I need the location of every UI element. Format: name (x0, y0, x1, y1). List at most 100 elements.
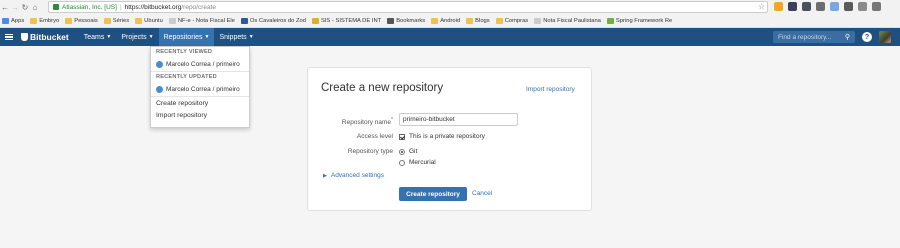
bookmark-label: Apps (11, 17, 25, 24)
folder-icon (103, 17, 111, 24)
caret-down-icon: ▼ (106, 34, 112, 40)
repo-avatar-icon (156, 85, 163, 93)
star-icon (387, 17, 395, 24)
bookmark-star-icon[interactable]: ☆ (758, 2, 765, 11)
repository-name-label: Repository name* (341, 117, 393, 127)
recently-viewed-heading: RECENTLY VIEWED (156, 49, 213, 55)
bookmark-item[interactable]: Pessoais (65, 17, 98, 24)
repository-name-input[interactable]: primeiro-bitbucket (399, 113, 518, 126)
extension-icon[interactable] (774, 2, 783, 11)
extension-icon[interactable] (830, 2, 839, 11)
private-repository-checkbox[interactable] (399, 134, 405, 140)
bookmark-item[interactable]: Android (431, 17, 461, 24)
bitbucket-header: Bitbucket Teams ▼ Projects ▼ Repositories ▼… (0, 28, 900, 46)
menu-icon[interactable] (872, 2, 881, 11)
bookmark-item[interactable]: Apps (2, 17, 25, 24)
create-repository-link[interactable]: Create repository (151, 97, 249, 109)
bookmark-label: Nota Fiscal Paulistana (543, 17, 601, 24)
avatar[interactable] (879, 31, 891, 43)
forward-arrow-icon[interactable]: → (10, 1, 20, 13)
folder-icon (65, 17, 73, 24)
git-option-label: Git (409, 148, 418, 155)
reload-icon[interactable]: ↻ (20, 1, 30, 13)
nav-snippets[interactable]: Snippets ▼ (214, 28, 258, 46)
repository-search-input[interactable]: Find a repository... ⚲ (773, 31, 855, 43)
caret-down-icon: ▼ (204, 34, 210, 40)
import-repository-link[interactable]: Import repository (151, 109, 249, 121)
bookmark-label: Ubuntu (144, 17, 163, 24)
bookmark-label: Bookmarks (396, 17, 426, 24)
bookmark-label: Os Cavaleiros do Zod (249, 17, 306, 24)
bitbucket-logo[interactable]: Bitbucket (21, 32, 69, 42)
extension-icons (774, 2, 881, 11)
hamburger-menu-icon[interactable] (5, 33, 13, 41)
folder-icon (495, 17, 503, 24)
lock-icon (53, 4, 59, 10)
bookmark-item[interactable]: Compras (495, 17, 529, 24)
bookmark-item[interactable]: Bookmarks (387, 17, 426, 24)
bookmark-item[interactable]: Embryo (30, 17, 60, 24)
private-repository-label: This is a private repository (409, 133, 485, 140)
bookmark-label: Embryo (39, 17, 60, 24)
page-icon (168, 17, 176, 24)
folder-icon (30, 17, 38, 24)
bookmarks-bar: Apps Embryo Pessoais Séries Ubuntu NF-e - Not… (0, 14, 900, 28)
bookmark-item[interactable]: Nota Fiscal Paulistana (534, 17, 601, 24)
nav-teams[interactable]: Teams ▼ (79, 28, 117, 46)
extension-icon[interactable] (816, 2, 825, 11)
caret-down-icon: ▼ (248, 34, 254, 40)
caret-right-icon: ▶ (323, 173, 327, 179)
access-level-label: Access level (356, 133, 393, 140)
brand-name: Bitbucket (30, 32, 69, 42)
bookmark-label: Spring Framework Re (615, 17, 673, 24)
bookmark-item[interactable]: Blogs (466, 17, 490, 24)
recent-updated-repo[interactable]: Marcelo Correa / primeiro (151, 82, 249, 96)
top-nav: Teams ▼ Projects ▼ Repositories ▼ Snippets ▼ (79, 28, 259, 46)
folder-icon (135, 17, 143, 24)
bookmark-label: Compras (504, 17, 529, 24)
security-label: Atlassian, Inc. [US] (62, 3, 117, 11)
nav-projects[interactable]: Projects ▼ (116, 28, 158, 46)
site-icon (240, 17, 248, 24)
bookmark-item[interactable]: Spring Framework Re (606, 17, 673, 24)
home-icon[interactable]: ⌂ (30, 1, 40, 13)
mercurial-radio[interactable] (399, 160, 405, 166)
browser-toolbar: ← → ↻ ⌂ Atlassian, Inc. [US] | https://b… (0, 0, 900, 14)
bookmark-label: SIS - SISTEMA DE INT (320, 17, 382, 24)
advanced-settings-toggle[interactable]: ▶ Advanced settings (323, 172, 384, 179)
bookmark-item[interactable]: NF-e - Nota Fiscal Ele (168, 17, 235, 24)
search-placeholder: Find a repository... (778, 33, 832, 41)
url-path: /repo/create (181, 3, 217, 11)
extension-icon[interactable] (802, 2, 811, 11)
bookmark-item[interactable]: Os Cavaleiros do Zod (240, 17, 306, 24)
help-icon[interactable]: ? (862, 32, 872, 42)
nav-repositories[interactable]: Repositories ▼ (158, 28, 215, 46)
url-host: https://bitbucket.org (124, 3, 182, 11)
bookmark-item[interactable]: Séries (103, 17, 129, 24)
repositories-dropdown: RECENTLY VIEWED Marcelo Correa / primeir… (150, 46, 250, 128)
required-marker: * (391, 117, 393, 123)
mail-icon[interactable] (858, 2, 867, 11)
address-bar[interactable]: Atlassian, Inc. [US] | https://bitbucket… (48, 1, 768, 13)
search-icon: ⚲ (844, 34, 850, 41)
create-repository-panel: Create a new repository Import repositor… (307, 67, 592, 211)
create-repository-button[interactable]: Create repository (399, 187, 467, 201)
page-icon (534, 17, 542, 24)
bookmark-label: Blogs (475, 17, 490, 24)
bucket-icon (21, 33, 28, 41)
site-icon (311, 17, 319, 24)
bookmark-label: Android (440, 17, 461, 24)
recent-viewed-repo[interactable]: Marcelo Correa / primeiro (151, 57, 249, 71)
extension-icon[interactable] (844, 2, 853, 11)
bookmark-item[interactable]: Ubuntu (135, 17, 163, 24)
cancel-link[interactable]: Cancel (472, 190, 492, 197)
import-repository-link[interactable]: Import repository (526, 86, 575, 93)
pocket-icon[interactable] (788, 2, 797, 11)
back-arrow-icon[interactable]: ← (0, 1, 10, 13)
recently-updated-heading: RECENTLY UPDATED (156, 74, 217, 80)
repository-type-label: Repository type (347, 148, 393, 155)
bookmark-item[interactable]: SIS - SISTEMA DE INT (311, 17, 382, 24)
caret-down-icon: ▼ (148, 34, 154, 40)
git-radio[interactable] (399, 149, 405, 155)
bookmark-label: Pessoais (74, 17, 98, 24)
